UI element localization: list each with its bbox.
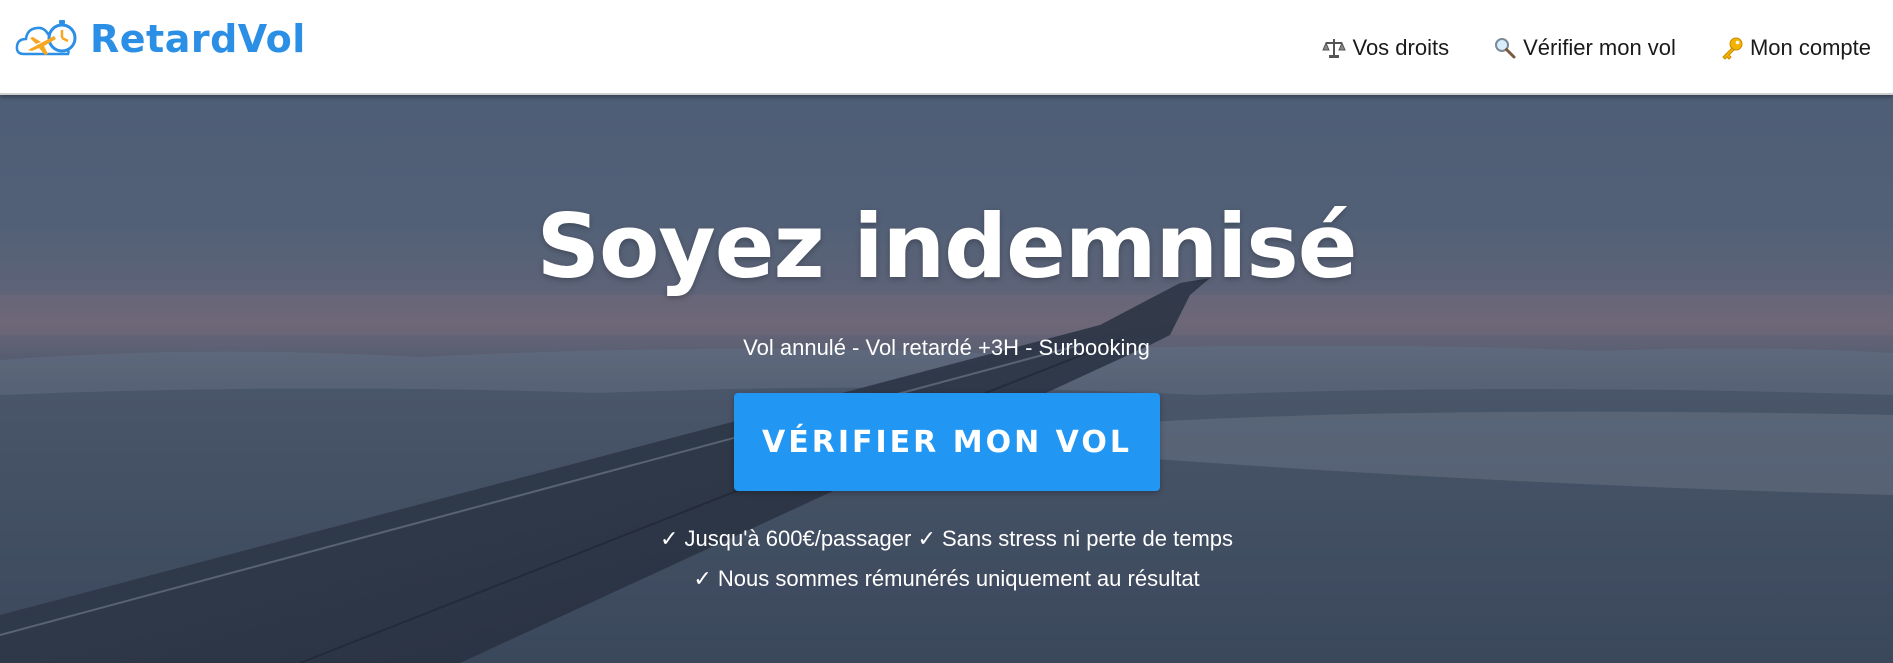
benefit-line: ✓ Jusqu'à 600€/passager ✓ Sans stress ni… [659, 526, 1234, 551]
brand-logo[interactable]: RetardVol [14, 14, 306, 64]
nav-item-mon-compte[interactable]: Mon compte [1720, 35, 1871, 61]
hero-subtitle: Vol annulé - Vol retardé +3H - Surbookin… [743, 335, 1150, 360]
nav-item-label: Vérifier mon vol [1523, 35, 1676, 60]
airplane-cloud-clock-logo [15, 20, 77, 56]
magnifier-icon [1495, 38, 1516, 59]
benefit-line: ✓ Nous sommes rémunérés uniquement au ré… [693, 566, 1200, 591]
hero-title: Soyez indemnisé [536, 195, 1358, 298]
key-icon [1722, 37, 1743, 60]
scales-icon [1322, 39, 1347, 58]
top-navbar: RetardVol Vos droits Vérifier mon vol Mo… [0, 0, 1893, 95]
nav-item-label: Vos droits [1352, 35, 1450, 60]
nav-item-vos-droits[interactable]: Vos droits [1322, 35, 1449, 61]
main-nav: Vos droits Vérifier mon vol Mon compte [1322, 28, 1871, 68]
benefits-list: ✓ Jusqu'à 600€/passager ✓ Sans stress ni… [0, 519, 1893, 599]
nav-item-verifier-mon-vol[interactable]: Vérifier mon vol [1493, 35, 1676, 61]
verify-flight-button[interactable]: VÉRIFIER MON VOL [734, 393, 1160, 491]
hero-section: Soyez indemnisé Vol annulé - Vol retardé… [0, 95, 1893, 663]
nav-item-label: Mon compte [1749, 35, 1871, 60]
brand-name: RetardVol [90, 17, 306, 61]
